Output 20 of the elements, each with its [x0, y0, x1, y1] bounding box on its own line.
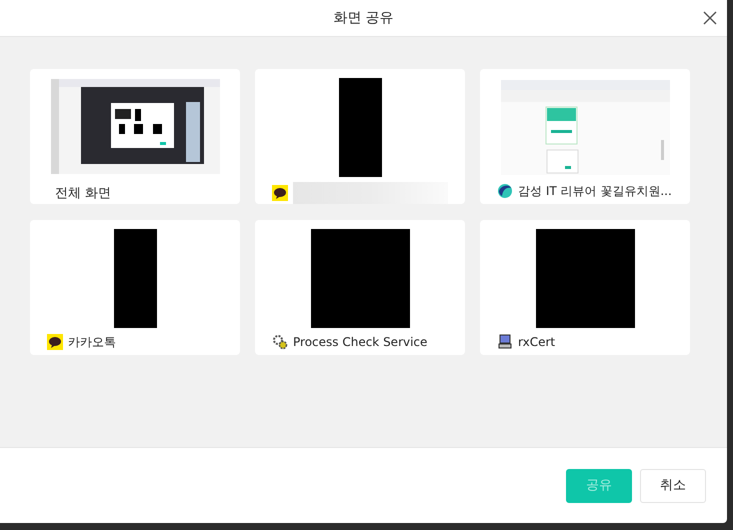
option-title: 카카오톡 — [68, 334, 116, 351]
option-title: 전체 화면 — [55, 186, 112, 201]
chat-bubble-icon — [272, 185, 288, 201]
gears-icon — [272, 334, 288, 350]
close-button[interactable] — [702, 10, 718, 26]
window-option-card[interactable]: Process Check Service — [255, 220, 465, 355]
window-option-card[interactable]: 감성 IT 리뷰어 꽃길유치원... — [480, 69, 690, 204]
option-title: Process Check Service — [293, 334, 428, 351]
swirl-logo-icon — [497, 183, 513, 199]
option-title: rxCert — [518, 334, 556, 351]
screen-option-card[interactable]: 전체 화면 — [30, 69, 240, 204]
window-option-card[interactable]: rxCert — [480, 220, 690, 355]
window-option-card[interactable] — [255, 69, 465, 204]
computer-icon — [497, 334, 513, 350]
close-icon — [703, 11, 717, 25]
window-option-card[interactable]: 카카오톡 — [30, 220, 240, 355]
cancel-button[interactable]: 취소 — [640, 468, 706, 502]
option-title: 감성 IT 리뷰어 꽃길유치원... — [518, 183, 672, 200]
dialog-title: 화면 공유 — [333, 8, 394, 28]
chat-bubble-icon — [47, 334, 63, 350]
